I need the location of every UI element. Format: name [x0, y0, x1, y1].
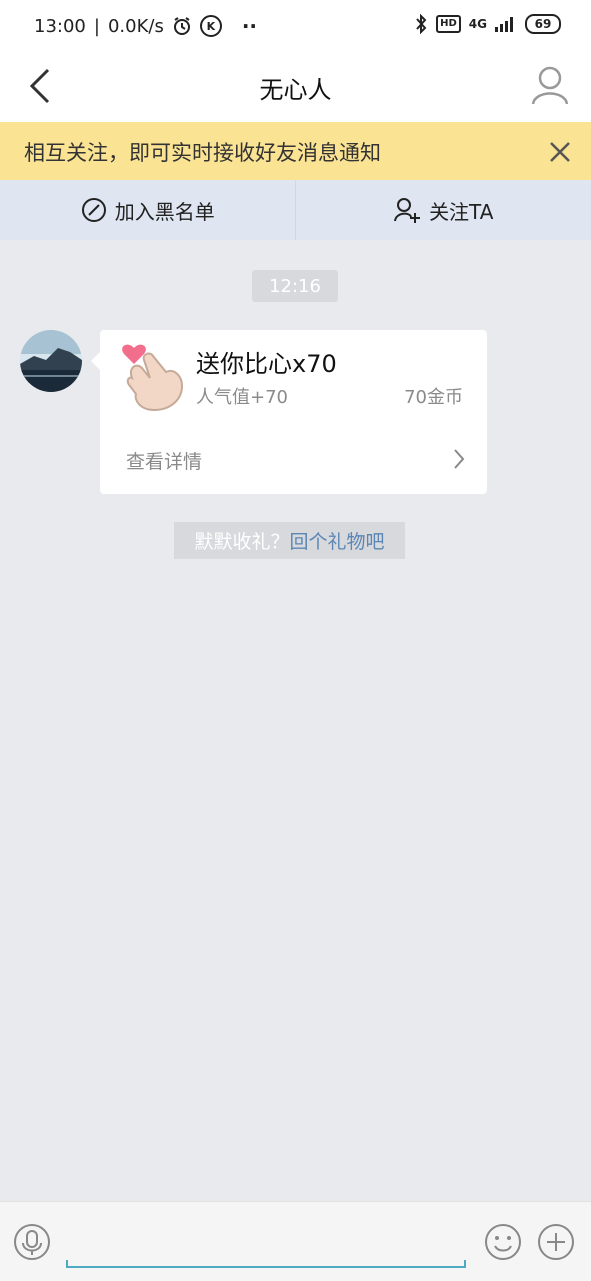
plus-icon[interactable] — [537, 1223, 575, 1261]
close-icon[interactable] — [545, 137, 575, 167]
signal-icon — [495, 16, 517, 32]
microphone-icon[interactable] — [13, 1223, 51, 1261]
gift-detail-link[interactable]: 查看详情 — [126, 447, 202, 474]
gift-title: 送你比心x70 — [196, 344, 337, 379]
battery-icon: 69 — [525, 14, 561, 34]
status-divider: | — [94, 16, 100, 37]
status-speed: 0.0K/s — [108, 16, 164, 37]
page-title: 无心人 — [0, 70, 591, 105]
finger-heart-icon — [118, 338, 190, 414]
k-icon: K — [200, 15, 222, 37]
reply-gift-link[interactable]: 回个礼物吧 — [290, 527, 385, 554]
chat-header: 无心人 — [0, 52, 591, 122]
status-time: 13:00 — [34, 16, 86, 37]
follow-button[interactable]: 关注TA — [296, 180, 591, 240]
gift-popularity: 人气值+70 — [196, 383, 288, 409]
add-user-icon — [393, 196, 421, 224]
block-icon — [81, 197, 107, 223]
emoji-icon[interactable] — [484, 1223, 522, 1261]
blacklist-button[interactable]: 加入黑名单 — [0, 180, 296, 240]
follow-label: 关注TA — [429, 196, 493, 225]
network-label: 4G — [469, 17, 487, 31]
status-bar: 13:00 | 0.0K/s K ·· HD 4G 69 — [0, 0, 591, 52]
bluetooth-icon — [414, 14, 428, 34]
notice-text: 相互关注，即可实时接收好友消息通知 — [24, 137, 381, 167]
divider — [295, 180, 296, 240]
user-icon[interactable] — [529, 64, 571, 108]
chat-actions: 加入黑名单 关注TA — [0, 180, 591, 240]
follow-notice: 相互关注，即可实时接收好友消息通知 — [0, 122, 591, 180]
chevron-right-icon[interactable] — [449, 446, 469, 472]
avatar-image — [20, 330, 82, 392]
gift-coins: 70金币 — [404, 383, 463, 409]
timestamp-chip: 12:16 — [252, 270, 338, 302]
reply-muted-text: 默默收礼？ — [194, 527, 289, 554]
gift-message-card[interactable]: 送你比心x70 人气值+70 70金币 查看详情 — [100, 330, 487, 494]
reply-gift-prompt: 默默收礼？ 回个礼物吧 — [174, 522, 405, 559]
alarm-icon — [172, 16, 192, 36]
status-right: HD 4G 69 — [414, 14, 561, 34]
blacklist-label: 加入黑名单 — [115, 196, 215, 225]
message-input[interactable] — [66, 1260, 466, 1268]
hd-badge: HD — [436, 15, 461, 33]
status-dots: ·· — [242, 14, 257, 38]
input-bar — [0, 1201, 591, 1281]
status-left: 13:00 | 0.0K/s K ·· — [34, 14, 257, 38]
avatar[interactable] — [20, 330, 82, 392]
